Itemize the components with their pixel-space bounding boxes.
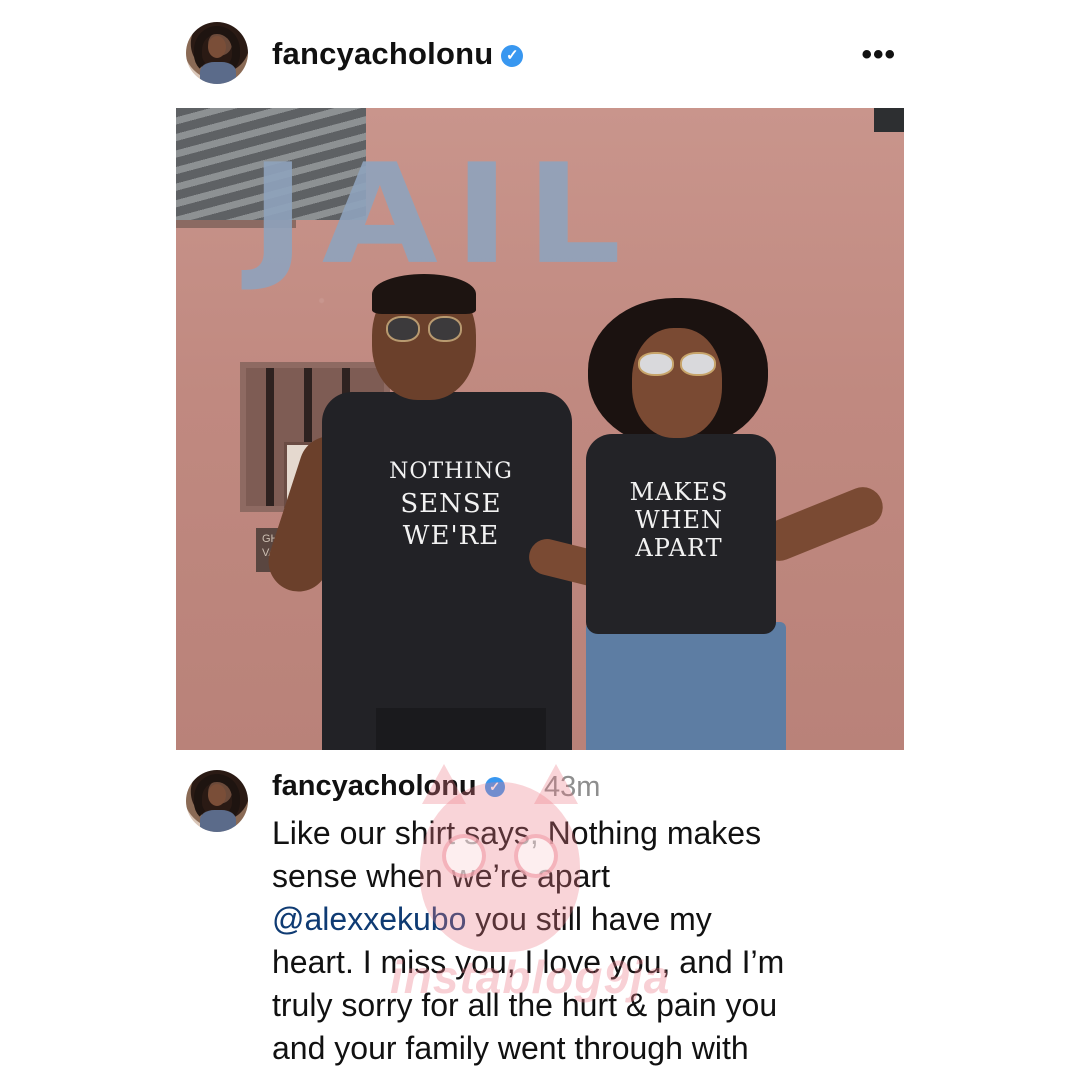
woman-jeans — [586, 622, 786, 750]
caption-username-link[interactable]: fancyacholonu ✓ — [272, 770, 505, 803]
caption-line: Like our shirt says, Nothing makes — [272, 815, 762, 851]
caption-line: truly sorry for all the hurt & pain you — [272, 987, 778, 1023]
woman-sunglasses — [638, 352, 718, 376]
more-options-button[interactable]: ••• — [861, 38, 896, 72]
caption-line: and your family went through with — [272, 1030, 749, 1066]
man-sunglasses — [386, 316, 464, 342]
shirt-line: SENSE — [400, 489, 502, 519]
post-photo[interactable]: JAIL GHO VAR NOTHING SENSE WE'RE MAKES W… — [176, 108, 904, 750]
wall-jail-text: JAIL — [250, 134, 638, 296]
caption-line: heart. I miss you, I love you, and I’m — [272, 944, 785, 980]
shirt-line: APART — [635, 534, 723, 562]
profile-avatar[interactable] — [186, 22, 248, 84]
verified-badge-icon: ✓ — [484, 777, 505, 798]
post-header: fancyacholonu ✓ ••• — [186, 22, 906, 86]
man-tshirt — [322, 392, 572, 750]
more-horizontal-icon: ••• — [861, 38, 896, 71]
caption-username-text: fancyacholonu — [272, 770, 477, 802]
username-link[interactable]: fancyacholonu ✓ — [272, 36, 524, 72]
woman-face — [632, 328, 722, 438]
caption-avatar[interactable] — [186, 770, 248, 832]
username-text: fancyacholonu — [272, 36, 494, 71]
shirt-line: NOTHING — [389, 459, 513, 484]
caption-line: sense when we’re apart — [272, 858, 610, 894]
verified-badge-icon: ✓ — [501, 44, 524, 67]
shirt-line: WHEN — [634, 506, 724, 534]
post-timestamp: 43m — [544, 771, 601, 803]
post-caption: fancyacholonu ✓ 43m Like our shirt says, … — [186, 764, 906, 1080]
caption-line: @alexxekubo you still have my — [272, 898, 912, 941]
mention-link[interactable]: @alexxekubo — [272, 901, 466, 937]
man-shirt-text: NOTHING SENSE WE'RE — [386, 456, 516, 552]
caption-text: Like our shirt says, Nothing makes sense… — [272, 812, 912, 1070]
shirt-line: MAKES — [629, 478, 729, 506]
woman-shirt-text: MAKES WHEN APART — [604, 478, 754, 562]
caption-line-rest: you still have my — [466, 901, 712, 937]
shirt-line: WE'RE — [402, 521, 500, 551]
